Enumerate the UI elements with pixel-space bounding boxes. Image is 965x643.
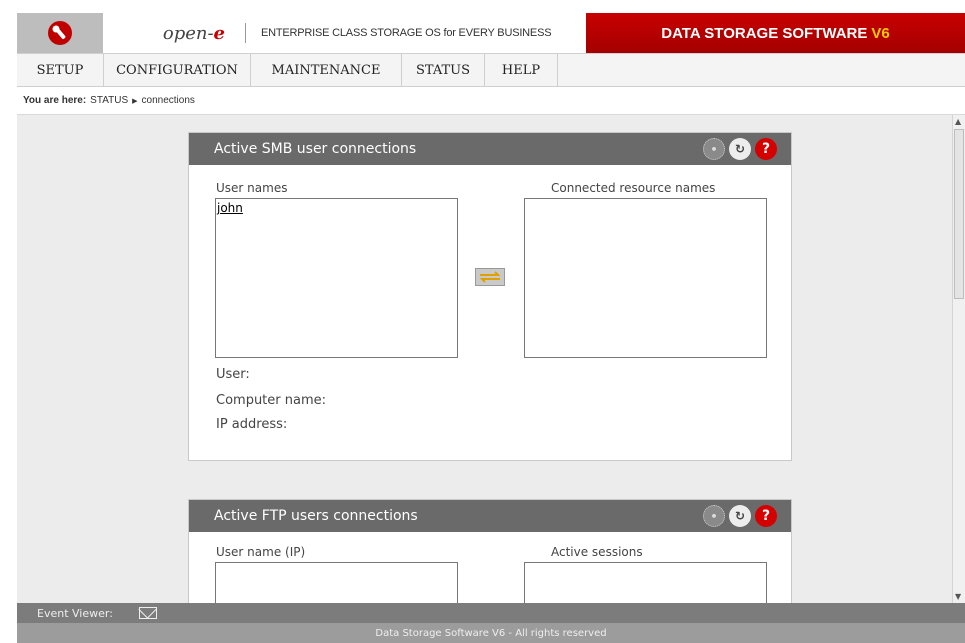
footer: Data Storage Software V6 - All rights re… bbox=[17, 623, 965, 643]
ftp-panel-title: Active FTP users connections bbox=[214, 508, 418, 524]
vertical-scrollbar[interactable]: ▲ ▼ bbox=[952, 115, 965, 603]
brand-text: open- bbox=[162, 22, 214, 44]
resource-names-list[interactable] bbox=[524, 198, 767, 358]
list-item[interactable]: john bbox=[216, 199, 457, 217]
user-names-label: User names bbox=[216, 181, 288, 195]
mail-icon[interactable] bbox=[138, 607, 157, 619]
header: open-e ENTERPRISE CLASS STORAGE OS for E… bbox=[17, 13, 965, 53]
logo-area[interactable] bbox=[17, 13, 103, 53]
breadcrumb-page: connections bbox=[141, 95, 195, 106]
ftp-connections-panel: Active FTP users connections • ↻ ? User … bbox=[188, 499, 792, 642]
scroll-down-icon[interactable]: ▼ bbox=[955, 592, 961, 601]
event-viewer-label: Event Viewer: bbox=[37, 606, 113, 620]
breadcrumb: You are here: STATUS ▶ connections bbox=[17, 87, 965, 115]
loader-icon: • bbox=[703, 505, 725, 527]
product-banner: DATA STORAGE SOFTWARE V6 bbox=[586, 13, 965, 53]
refresh-icon[interactable]: ↻ bbox=[729, 505, 751, 527]
menu-configuration[interactable]: CONFIGURATION bbox=[104, 54, 251, 86]
breadcrumb-section[interactable]: STATUS bbox=[90, 95, 128, 106]
product-version: V6 bbox=[871, 24, 890, 42]
breadcrumb-arrow-icon: ▶ bbox=[132, 97, 138, 105]
header-divider bbox=[245, 23, 246, 43]
smb-connections-panel: Active SMB user connections • ↻ ? User n… bbox=[188, 132, 792, 461]
ftp-user-name-label: User name (IP) bbox=[216, 545, 306, 559]
smb-panel-icons: • ↻ ? bbox=[703, 138, 777, 160]
event-viewer-bar: Event Viewer: bbox=[17, 603, 965, 623]
user-names-list[interactable]: john bbox=[215, 198, 458, 358]
scroll-thumb[interactable] bbox=[954, 129, 964, 299]
menu-help[interactable]: HELP bbox=[485, 54, 558, 86]
swap-button[interactable] bbox=[475, 268, 505, 286]
resource-names-label: Connected resource names bbox=[551, 181, 716, 195]
swap-arrows-icon bbox=[479, 271, 501, 283]
smb-panel-header: Active SMB user connections • ↻ ? bbox=[189, 133, 791, 165]
main-menu: SETUP CONFIGURATION MAINTENANCE STATUS H… bbox=[17, 53, 965, 87]
refresh-icon[interactable]: ↻ bbox=[729, 138, 751, 160]
ip-address-label: IP address: bbox=[216, 417, 288, 432]
product-name: DATA STORAGE SOFTWARE bbox=[661, 24, 868, 42]
menu-setup[interactable]: SETUP bbox=[17, 54, 104, 86]
footer-text: Data Storage Software V6 - All rights re… bbox=[375, 627, 607, 639]
active-sessions-label: Active sessions bbox=[551, 545, 643, 559]
help-icon[interactable]: ? bbox=[755, 505, 777, 527]
app-frame: open-e ENTERPRISE CLASS STORAGE OS for E… bbox=[17, 13, 965, 643]
help-icon[interactable]: ? bbox=[755, 138, 777, 160]
menu-status[interactable]: STATUS bbox=[402, 54, 485, 86]
brand-e: e bbox=[213, 22, 225, 44]
brand-logo: open-e bbox=[103, 13, 243, 53]
computer-name-label: Computer name: bbox=[216, 393, 327, 408]
wrench-icon bbox=[48, 21, 72, 45]
user-field-label: User: bbox=[216, 367, 250, 382]
menu-maintenance[interactable]: MAINTENANCE bbox=[251, 54, 402, 86]
tagline: ENTERPRISE CLASS STORAGE OS for EVERY BU… bbox=[261, 27, 552, 39]
scroll-up-icon[interactable]: ▲ bbox=[955, 117, 961, 126]
smb-panel-title: Active SMB user connections bbox=[214, 141, 417, 157]
breadcrumb-prefix: You are here: bbox=[23, 95, 87, 106]
loader-icon: • bbox=[703, 138, 725, 160]
ftp-panel-header: Active FTP users connections • ↻ ? bbox=[189, 500, 791, 532]
ftp-panel-icons: • ↻ ? bbox=[703, 505, 777, 527]
